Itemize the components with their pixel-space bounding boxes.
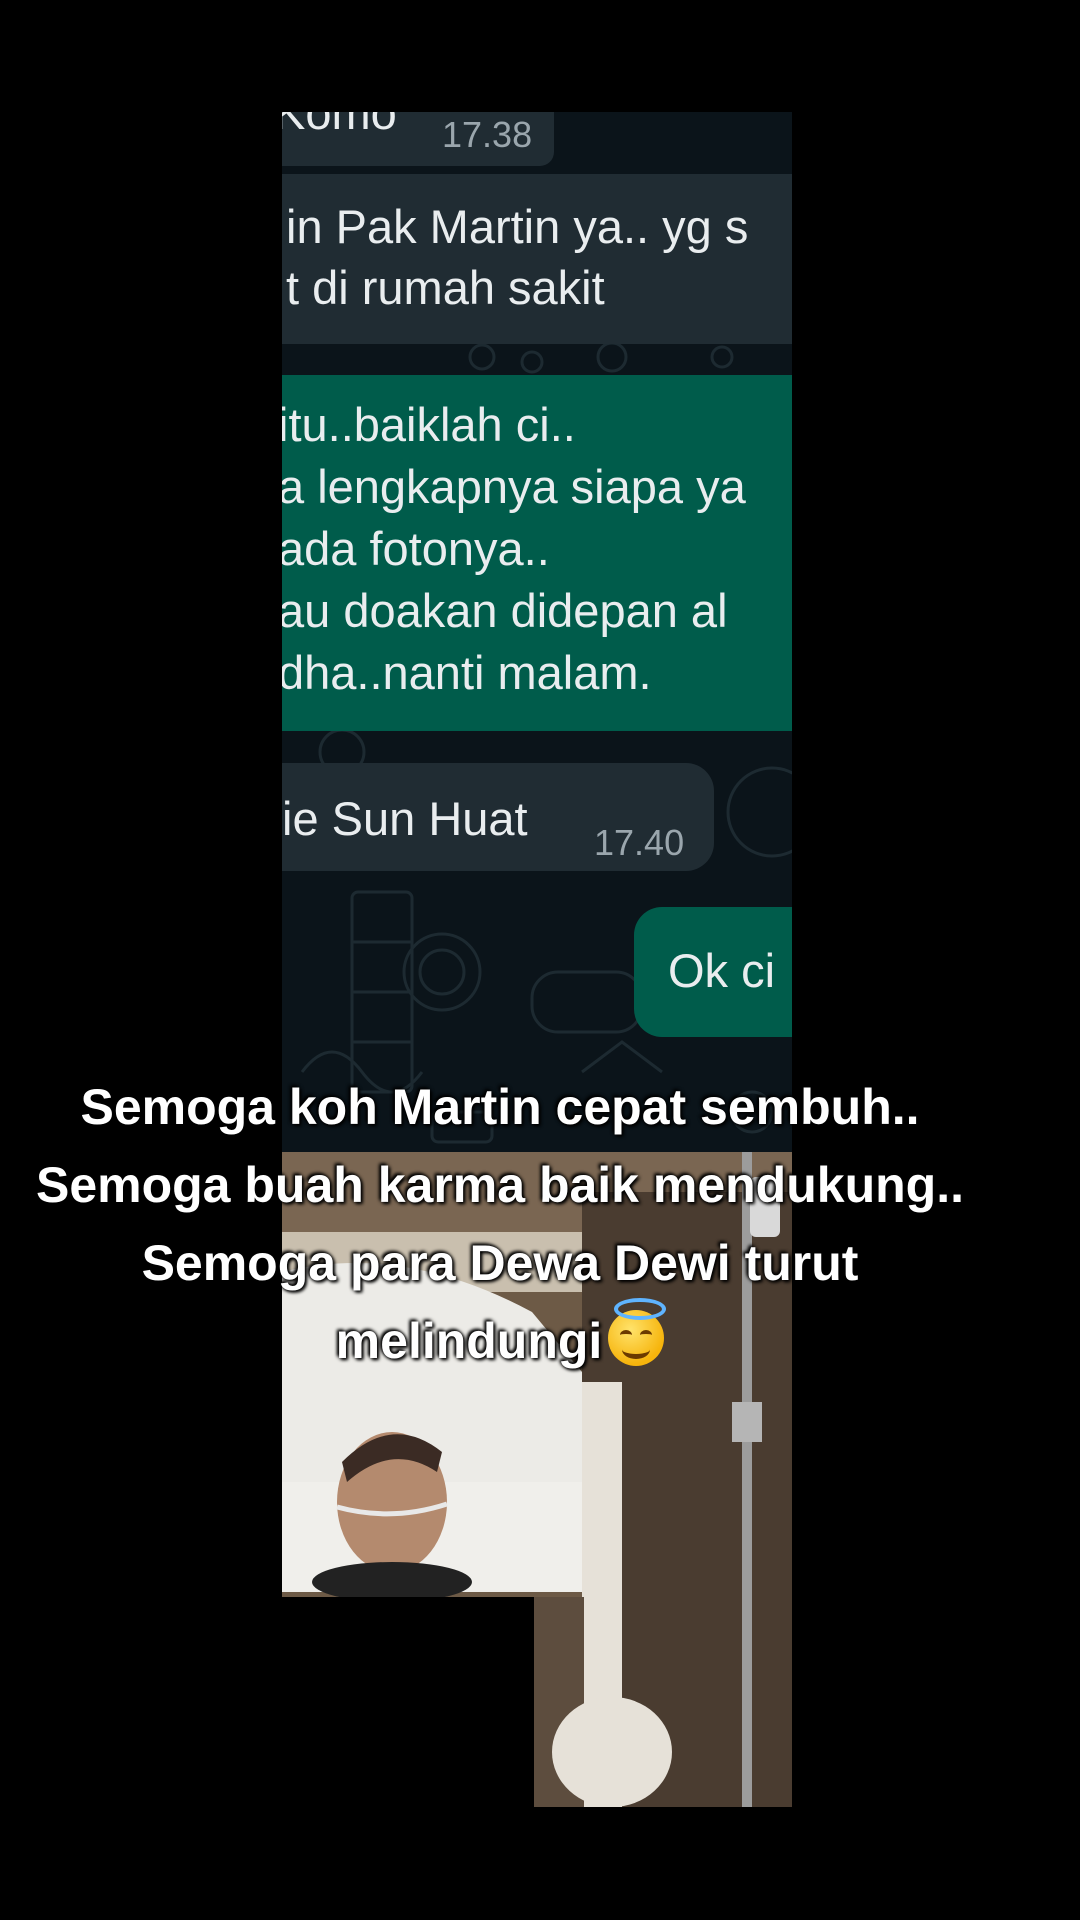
message-text: Ok ci [668,944,776,997]
message-text: ie Sun Huat [282,792,528,845]
message-time: 17.38 [442,114,533,155]
message-line: in Pak Martin ya.. yg s [286,200,749,253]
caption-line-1: Semoga koh Martin cepat sembuh.. [80,1079,920,1135]
chat-screenshot: Komo 17.38 in Pak Martin ya.. yg s t di … [282,112,792,1152]
video-frame: Komo 17.38 in Pak Martin ya.. yg s t di … [0,0,1080,1920]
caption-line-3: Semoga para Dewa Dewi turut [141,1235,859,1291]
message-time: 17.40 [594,822,685,863]
message-incoming-1[interactable]: Komo 17.38 [282,112,554,166]
message-line: au doakan didepan al [282,584,728,637]
caption-line-4-text: melindungi [335,1313,603,1369]
message-line: t di rumah sakit [286,261,605,314]
message-line: ada fotonya.. [282,522,550,575]
message-line: itu..baiklah ci.. [282,398,576,451]
message-line: dha..nanti malam. [282,646,652,699]
message-line: a lengkapnya siapa ya [282,460,746,513]
smiling-face-with-halo-icon [608,1298,667,1366]
video-caption: Semoga koh Martin cepat sembuh.. Semoga … [0,1068,1000,1380]
caption-line-2: Semoga buah karma baik mendukung.. [35,1157,964,1213]
caption-line-4: melindungi [0,1298,1000,1380]
message-text: Komo [282,112,397,139]
